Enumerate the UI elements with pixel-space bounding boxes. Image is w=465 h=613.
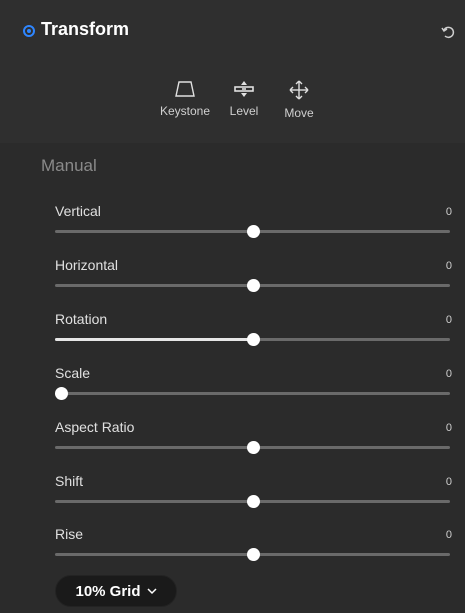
tool-move-label: Move — [284, 106, 314, 120]
slider-label: Rotation — [55, 311, 108, 327]
slider-value[interactable]: 0 — [446, 476, 452, 488]
slider-track[interactable] — [55, 495, 450, 508]
tool-keystone-label: Keystone — [159, 104, 211, 118]
slider-label: Scale — [55, 365, 91, 381]
grid-dropdown[interactable]: 10% Grid — [55, 575, 177, 607]
tool-keystone[interactable]: Keystone — [155, 80, 215, 118]
slider-track[interactable] — [55, 333, 450, 346]
reset-icon[interactable] — [440, 24, 456, 40]
slider-vertical[interactable]: Vertical 0 — [55, 203, 452, 243]
slider-label: Aspect Ratio — [55, 419, 135, 435]
slider-rise[interactable]: Rise 0 — [55, 526, 452, 566]
slider-value[interactable]: 0 — [446, 206, 452, 218]
slider-value[interactable]: 0 — [446, 422, 452, 434]
slider-value[interactable]: 0 — [446, 529, 452, 541]
tool-move[interactable]: Move — [269, 80, 329, 120]
level-icon — [234, 81, 254, 97]
slider-track[interactable] — [55, 387, 450, 400]
slider-thumb[interactable] — [247, 333, 260, 346]
slider-thumb[interactable] — [247, 441, 260, 454]
slider-value[interactable]: 0 — [446, 314, 452, 326]
keystone-icon — [175, 81, 195, 97]
tool-level-label: Level — [229, 104, 259, 118]
panel-title: Transform — [41, 19, 130, 39]
tool-bar: Keystone Level Move — [0, 80, 465, 130]
slider-rotation[interactable]: Rotation 0 — [55, 311, 452, 351]
move-icon — [289, 80, 309, 100]
slider-track[interactable] — [55, 441, 450, 454]
slider-track[interactable] — [55, 548, 450, 561]
slider-value[interactable]: 0 — [446, 368, 452, 380]
slider-thumb[interactable] — [247, 279, 260, 292]
slider-scale[interactable]: Scale 0 — [55, 365, 452, 405]
slider-thumb[interactable] — [247, 225, 260, 238]
slider-thumb[interactable] — [55, 387, 68, 400]
slider-fill — [55, 338, 253, 341]
slider-horizontal[interactable]: Horizontal 0 — [55, 257, 452, 297]
slider-shift[interactable]: Shift 0 — [55, 473, 452, 513]
slider-thumb[interactable] — [247, 548, 260, 561]
slider-thumb[interactable] — [247, 495, 260, 508]
slider-label: Vertical — [55, 203, 101, 219]
slider-label: Rise — [55, 526, 84, 542]
slider-label: Shift — [55, 473, 84, 489]
slider-track[interactable] — [55, 225, 450, 238]
slider-label: Horizontal — [55, 257, 119, 273]
enable-toggle-icon[interactable] — [23, 25, 35, 37]
slider-aspect-ratio[interactable]: Aspect Ratio 0 — [55, 419, 452, 459]
slider-track[interactable] — [55, 279, 450, 292]
tool-level[interactable]: Level — [214, 80, 274, 118]
slider-value[interactable]: 0 — [446, 260, 452, 272]
grid-dropdown-label: 10% Grid — [75, 582, 141, 600]
chevron-down-icon — [146, 588, 157, 595]
section-title-manual: Manual — [41, 156, 97, 175]
